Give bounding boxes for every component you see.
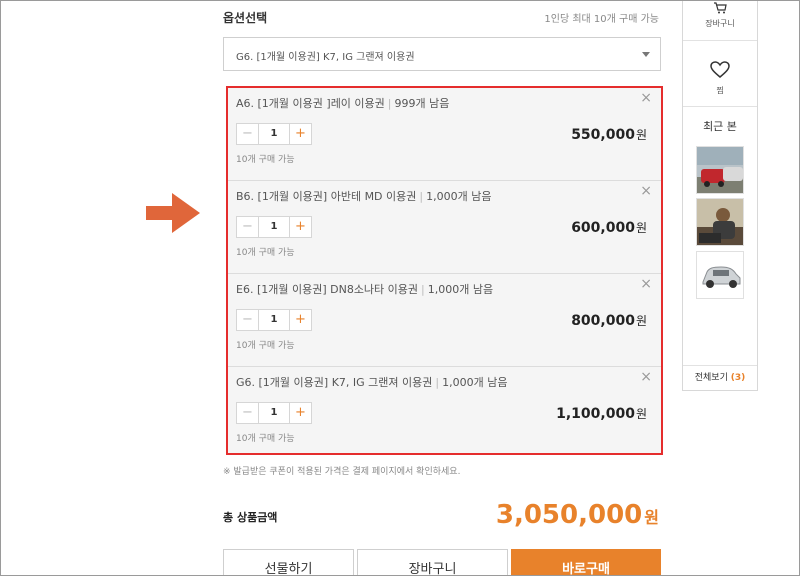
total-label: 총 상품금액	[223, 511, 278, 524]
item-price: 600,000원	[571, 220, 647, 236]
decrease-button[interactable]: −	[237, 217, 259, 237]
close-icon[interactable]: ×	[640, 370, 652, 384]
gift-button[interactable]: 선물하기	[223, 549, 354, 575]
selected-items-list: A6. [1개월 이용권 ]레이 이용권 | 999개 남음 × − 1 + 10개…	[226, 86, 663, 455]
recent-thumbnail[interactable]	[696, 198, 744, 246]
decrease-button[interactable]: −	[237, 124, 259, 144]
item-name-row: A6. [1개월 이용권 ]레이 이용권 | 999개 남음	[236, 97, 450, 110]
item-stock: 1,000개 남음	[427, 283, 494, 296]
item-limit: 10개 구매 가능	[236, 434, 295, 444]
item-price: 800,000원	[571, 313, 647, 329]
quantity-value[interactable]: 1	[259, 124, 289, 144]
item-name-row: E6. [1개월 이용권] DN8소나타 이용권 | 1,000개 남음	[236, 283, 494, 296]
sidebar-wish[interactable]: 찜	[683, 41, 757, 107]
decrease-button[interactable]: −	[237, 403, 259, 423]
buy-now-button[interactable]: 바로구매	[511, 549, 661, 575]
quantity-stepper: − 1 +	[236, 123, 312, 145]
item-stock: 1,000개 남음	[442, 376, 508, 389]
item-name: A6. [1개월 이용권 ]레이 이용권	[236, 97, 385, 110]
close-icon[interactable]: ×	[640, 91, 652, 105]
item-name: G6. [1개월 이용권] K7, IG 그랜져 이용권	[236, 376, 433, 389]
decrease-button[interactable]: −	[237, 310, 259, 330]
item-limit: 10개 구매 가능	[236, 155, 295, 165]
option-select[interactable]: G6. [1개월 이용권] K7, IG 그랜져 이용권	[223, 37, 661, 71]
item-limit: 10개 구매 가능	[236, 341, 295, 351]
cart-icon	[714, 2, 727, 14]
item-stock: 1,000개 남음	[426, 190, 492, 203]
view-all-link[interactable]: 전체보기 (3)	[683, 365, 757, 390]
increase-button[interactable]: +	[289, 124, 311, 144]
list-item: E6. [1개월 이용권] DN8소나타 이용권 | 1,000개 남음 × − 1…	[228, 274, 661, 367]
chevron-down-icon	[642, 52, 650, 57]
page-frame: 옵션선택 1인당 최대 10개 구매 가능 G6. [1개월 이용권] K7, …	[0, 0, 800, 576]
list-item: A6. [1개월 이용권 ]레이 이용권 | 999개 남음 × − 1 + 10개…	[228, 88, 661, 181]
cart-label: 장바구니	[705, 19, 735, 28]
item-price: 1,100,000원	[556, 406, 647, 422]
list-item: G6. [1개월 이용권] K7, IG 그랜져 이용권 | 1,000개 남음 ×…	[228, 367, 661, 460]
item-name-row: G6. [1개월 이용권] K7, IG 그랜져 이용권 | 1,000개 남음	[236, 376, 508, 389]
quantity-value[interactable]: 1	[259, 403, 289, 423]
item-name-row: B6. [1개월 이용권] 아반테 MD 이용권 | 1,000개 남음	[236, 190, 492, 203]
quantity-stepper: − 1 +	[236, 216, 312, 238]
list-item: B6. [1개월 이용권] 아반테 MD 이용권 | 1,000개 남음 × − 1…	[228, 181, 661, 274]
quick-sidebar: 장바구니 찜 최근 본 전체보기 (3)	[682, 1, 758, 391]
quantity-value[interactable]: 1	[259, 310, 289, 330]
arrow-right-icon	[146, 193, 200, 233]
sidebar-cart[interactable]: 장바구니	[683, 1, 757, 41]
increase-button[interactable]: +	[289, 217, 311, 237]
quantity-stepper: − 1 +	[236, 309, 312, 331]
recent-thumbnail[interactable]	[696, 251, 744, 299]
increase-button[interactable]: +	[289, 310, 311, 330]
increase-button[interactable]: +	[289, 403, 311, 423]
quantity-stepper: − 1 +	[236, 402, 312, 424]
add-to-cart-button[interactable]: 장바구니	[357, 549, 508, 575]
close-icon[interactable]: ×	[640, 184, 652, 198]
item-name: B6. [1개월 이용권] 아반테 MD 이용권	[236, 190, 417, 203]
option-select-value: G6. [1개월 이용권] K7, IG 그랜져 이용권	[236, 52, 415, 63]
close-icon[interactable]: ×	[640, 277, 652, 291]
recent-thumbnail[interactable]	[696, 146, 744, 194]
coupon-note: ※ 발급받은 쿠폰이 적용된 가격은 결제 페이지에서 확인하세요.	[223, 467, 461, 477]
option-title: 옵션선택	[223, 11, 268, 25]
item-price: 550,000원	[571, 127, 647, 143]
wish-label: 찜	[716, 86, 724, 95]
item-name: E6. [1개월 이용권] DN8소나타 이용권	[236, 283, 419, 296]
option-limit-text: 1인당 최대 10개 구매 가능	[544, 14, 659, 25]
item-limit: 10개 구매 가능	[236, 248, 295, 258]
heart-icon	[710, 61, 730, 78]
item-stock: 999개 남음	[394, 97, 450, 110]
recent-title: 최근 본	[703, 120, 737, 133]
quantity-value[interactable]: 1	[259, 217, 289, 237]
total-price: 3,050,000 원	[495, 500, 659, 530]
